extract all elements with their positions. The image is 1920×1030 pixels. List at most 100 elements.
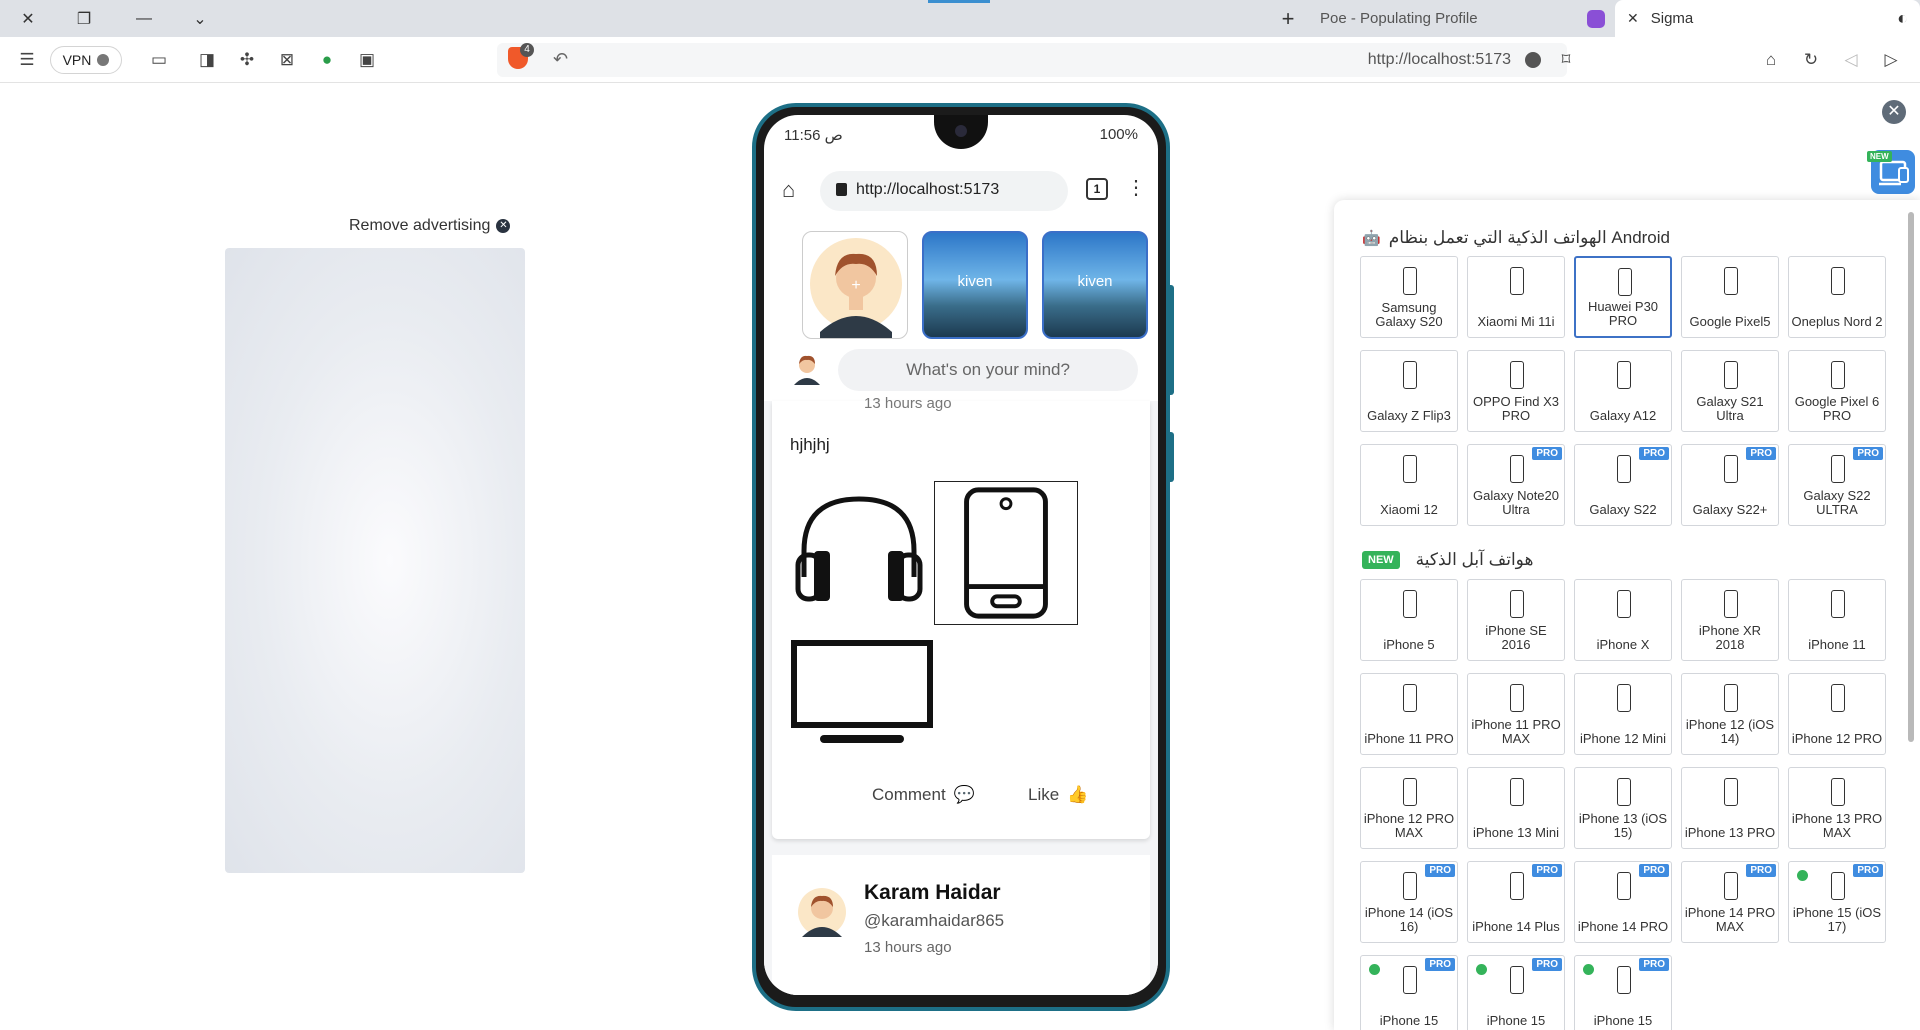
- like-button[interactable]: Like 👍: [1028, 785, 1088, 805]
- device-option[interactable]: iPhone 12 (iOS 14): [1681, 673, 1779, 755]
- tab-manager-icon[interactable]: ▭: [146, 45, 172, 75]
- device-option[interactable]: iPhone 5: [1360, 579, 1458, 661]
- device-option[interactable]: Galaxy S22+ PRO: [1681, 444, 1779, 526]
- site-info-icon[interactable]: [1525, 52, 1541, 68]
- undo-icon[interactable]: ↶: [553, 49, 568, 70]
- close-window-icon[interactable]: ✕: [12, 0, 44, 37]
- device-option[interactable]: iPhone 15 (iOS 17) PRO: [1788, 861, 1886, 943]
- device-option[interactable]: iPhone 15 PRO: [1360, 955, 1458, 1030]
- smartphone-image[interactable]: [934, 481, 1078, 625]
- device-name: iPhone X: [1596, 637, 1650, 652]
- address-bar[interactable]: http://localhost:5173 ↶: [497, 43, 1567, 77]
- forward-icon[interactable]: ▷: [1878, 45, 1904, 75]
- extension-x-icon[interactable]: ⊠: [274, 45, 300, 75]
- back-icon[interactable]: ◁: [1838, 45, 1864, 75]
- mobile-address-field[interactable]: http://localhost:5173: [820, 171, 1068, 211]
- device-option[interactable]: iPhone 12 PRO: [1788, 673, 1886, 755]
- tab-sigma[interactable]: ✕ Sigma ◐: [1615, 0, 1920, 37]
- device-option[interactable]: Xiaomi 12: [1360, 444, 1458, 526]
- extension-user-icon[interactable]: ▣: [354, 45, 380, 75]
- device-option[interactable]: iPhone 12 PRO MAX: [1360, 767, 1458, 849]
- status-dot-icon: [1369, 964, 1380, 975]
- device-name: Samsung Galaxy S20: [1375, 300, 1443, 329]
- url-text[interactable]: http://localhost:5173: [1368, 51, 1511, 69]
- post-timestamp: 13 hours ago: [864, 939, 952, 956]
- chevron-down-icon[interactable]: ⌄: [184, 0, 216, 37]
- sidebar-icon[interactable]: ◨: [194, 45, 220, 75]
- device-option[interactable]: Galaxy S22 PRO: [1574, 444, 1672, 526]
- device-option[interactable]: Galaxy S21 Ultra: [1681, 350, 1779, 432]
- tab-close-icon[interactable]: ✕: [1627, 10, 1639, 27]
- story-card[interactable]: kiven: [1042, 231, 1148, 339]
- device-option[interactable]: iPhone 11 PRO MAX: [1467, 673, 1565, 755]
- device-name: iPhone 11: [1808, 637, 1866, 652]
- author-handle[interactable]: @karamhaidar865: [864, 911, 1004, 931]
- tab-poe-title: Poe - Populating Profile: [1320, 10, 1478, 27]
- device-option[interactable]: iPhone 13 PRO: [1681, 767, 1779, 849]
- new-tab-icon[interactable]: +: [1272, 0, 1304, 37]
- mobile-menu-icon[interactable]: ⋮: [1126, 175, 1146, 200]
- device-option[interactable]: iPhone 15 PRO: [1467, 955, 1565, 1030]
- home-icon[interactable]: ⌂: [1758, 45, 1784, 75]
- phone-icon: [1831, 590, 1845, 618]
- remove-advertising-link[interactable]: Remove advertising ✕: [349, 217, 511, 235]
- device-option[interactable]: Galaxy S22 ULTRA PRO: [1788, 444, 1886, 526]
- device-option[interactable]: Google Pixel5: [1681, 256, 1779, 338]
- story-card-add[interactable]: +: [802, 231, 908, 339]
- bookmark-icon[interactable]: ⌑: [1553, 45, 1579, 75]
- scrollbar[interactable]: [1908, 212, 1914, 742]
- device-option[interactable]: Google Pixel 6 PRO: [1788, 350, 1886, 432]
- device-option[interactable]: iPhone 14 (iOS 16) PRO: [1360, 861, 1458, 943]
- device-picker-panel: 🤖 الهواتف الذكية التي تعمل بنظام Android…: [1334, 200, 1920, 1030]
- story-card[interactable]: kiven: [922, 231, 1028, 339]
- apple-section-title: NEW هواتف آبل الذكية: [1362, 550, 1533, 570]
- phone-icon: [1724, 684, 1738, 712]
- television-image[interactable]: [790, 639, 934, 751]
- device-option[interactable]: Huawei P30 PRO: [1574, 256, 1672, 338]
- device-option[interactable]: iPhone 12 Mini: [1574, 673, 1672, 755]
- restore-window-icon[interactable]: ❐: [68, 0, 100, 37]
- device-option[interactable]: iPhone SE 2016: [1467, 579, 1565, 661]
- phone-icon: [1617, 455, 1631, 483]
- device-option[interactable]: iPhone 13 (iOS 15): [1574, 767, 1672, 849]
- mobile-home-icon[interactable]: ⌂: [782, 177, 795, 203]
- mobile-tab-count[interactable]: 1: [1086, 178, 1108, 200]
- tab-poe[interactable]: Poe - Populating Profile: [1320, 0, 1615, 37]
- device-option[interactable]: Galaxy Z Flip3: [1360, 350, 1458, 432]
- device-name: Galaxy S21 Ultra: [1696, 394, 1764, 423]
- close-panel-button[interactable]: ✕: [1882, 100, 1906, 124]
- device-option[interactable]: iPhone 14 PRO MAX PRO: [1681, 861, 1779, 943]
- device-option[interactable]: iPhone 11: [1788, 579, 1886, 661]
- device-option[interactable]: iPhone 13 PRO MAX: [1788, 767, 1886, 849]
- vpn-button[interactable]: VPN: [50, 46, 122, 74]
- device-option[interactable]: Galaxy A12: [1574, 350, 1672, 432]
- device-option[interactable]: OPPO Find X3 PRO: [1467, 350, 1565, 432]
- story-label: kiven: [1077, 273, 1113, 290]
- android-icon: 🤖: [1362, 230, 1381, 247]
- comment-button[interactable]: Comment 💬: [872, 785, 975, 805]
- device-option[interactable]: iPhone X: [1574, 579, 1672, 661]
- device-option[interactable]: Samsung Galaxy S20: [1360, 256, 1458, 338]
- extensions-icon[interactable]: ✣: [234, 45, 260, 75]
- menu-icon[interactable]: ☰: [12, 45, 42, 75]
- extension-globe-icon[interactable]: ●: [314, 45, 340, 75]
- device-option[interactable]: iPhone 13 Mini: [1467, 767, 1565, 849]
- headphones-image[interactable]: [790, 481, 928, 619]
- device-option[interactable]: Xiaomi Mi 11i: [1467, 256, 1565, 338]
- device-option[interactable]: Galaxy Note20 Ultra PRO: [1467, 444, 1565, 526]
- device-option[interactable]: iPhone 14 PRO PRO: [1574, 861, 1672, 943]
- whats-on-your-mind-input[interactable]: What's on your mind?: [838, 349, 1138, 391]
- reload-icon[interactable]: ↻: [1798, 45, 1824, 75]
- device-option[interactable]: Oneplus Nord 2: [1788, 256, 1886, 338]
- device-option[interactable]: iPhone 11 PRO: [1360, 673, 1458, 755]
- device-option[interactable]: iPhone XR 2018: [1681, 579, 1779, 661]
- device-name: iPhone 13 PRO MAX: [1791, 811, 1883, 840]
- author-name[interactable]: Karam Haidar: [864, 881, 1001, 905]
- minimize-window-icon[interactable]: —: [128, 0, 160, 37]
- avatar: [798, 888, 846, 937]
- globe-icon[interactable]: ◐: [1897, 8, 1908, 29]
- device-option[interactable]: iPhone 14 Plus PRO: [1467, 861, 1565, 943]
- device-option[interactable]: iPhone 15 PRO: [1574, 955, 1672, 1030]
- device-name: iPhone 15: [1486, 1013, 1546, 1028]
- new-badge: NEW: [1867, 151, 1892, 162]
